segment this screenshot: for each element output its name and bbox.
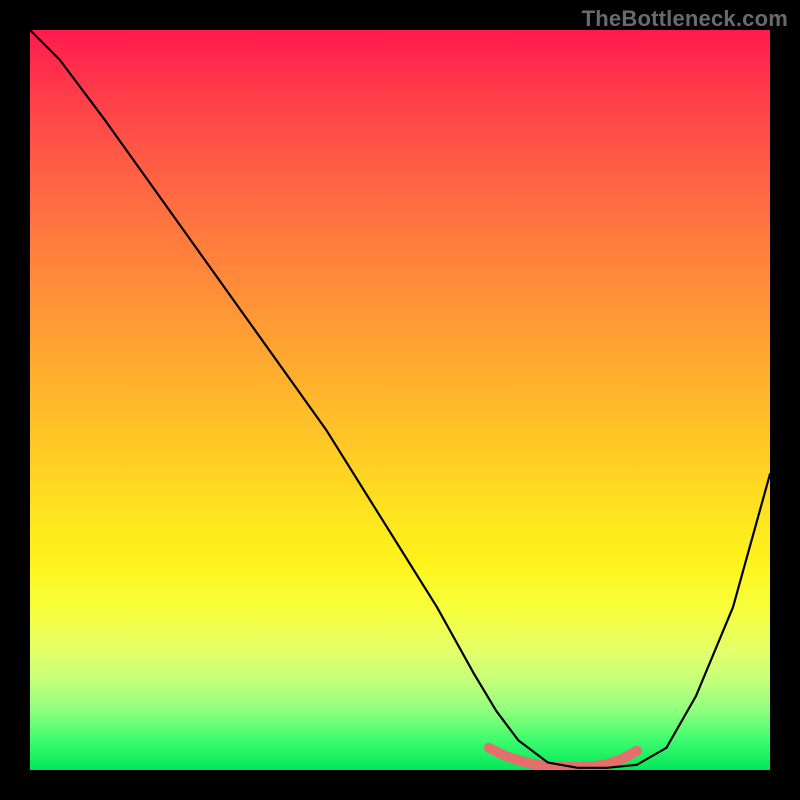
main-curve (30, 30, 770, 768)
chart-frame: TheBottleneck.com (0, 0, 800, 800)
plot-area (30, 30, 770, 770)
curve-layer (30, 30, 770, 770)
watermark-text: TheBottleneck.com (582, 6, 788, 32)
